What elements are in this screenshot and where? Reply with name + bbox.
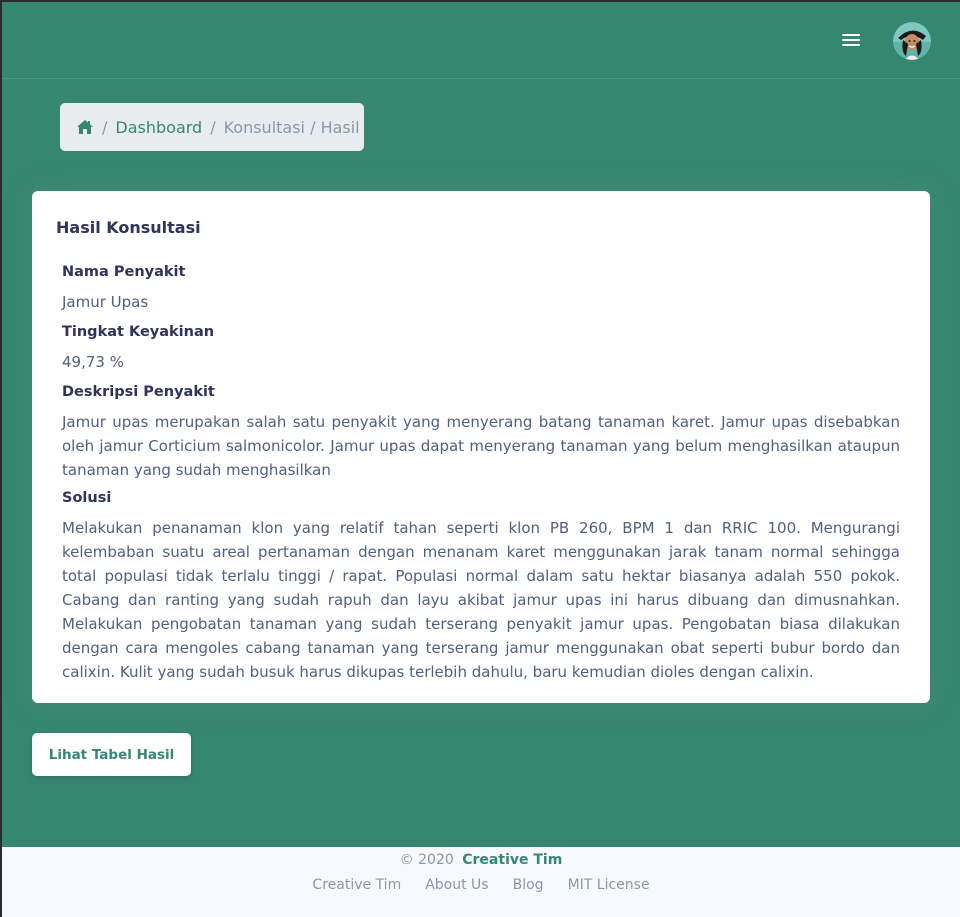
breadcrumb-separator: /: [102, 117, 108, 137]
footer-link-creative-tim[interactable]: Creative Tim: [312, 877, 401, 893]
solution-text: Melakukan penanaman klon yang relatif ta…: [62, 519, 900, 681]
breadcrumb-separator: /: [210, 117, 216, 137]
copyright-text: © 2020: [399, 852, 454, 868]
confidence-label: Tingkat Keyakinan: [62, 324, 215, 340]
breadcrumb-current: Konsultasi / Hasil: [223, 117, 360, 137]
view-results-table-button[interactable]: Lihat Tabel Hasil: [32, 733, 191, 776]
app-root: / Dashboard / Konsultasi / Hasil Hasil K…: [2, 2, 960, 917]
home-icon[interactable]: [76, 119, 94, 135]
footer-link-blog[interactable]: Blog: [513, 877, 544, 893]
footer-link-about-us[interactable]: About Us: [425, 877, 488, 893]
solution-label: Solusi: [62, 490, 112, 506]
user-avatar[interactable]: [893, 22, 931, 60]
footer-link-mit-license[interactable]: MIT License: [568, 877, 650, 893]
copyright: © 2020 Creative Tim: [2, 852, 960, 868]
description-label: Deskripsi Penyakit: [62, 384, 215, 400]
footer-brand-link[interactable]: Creative Tim: [462, 852, 562, 868]
disease-name-label: Nama Penyakit: [62, 264, 186, 280]
top-navbar: [2, 2, 960, 79]
footer: © 2020 Creative Tim Creative Tim About U…: [2, 847, 960, 917]
breadcrumb-dashboard-link[interactable]: Dashboard: [115, 118, 202, 137]
breadcrumb: / Dashboard / Konsultasi / Hasil: [60, 103, 364, 151]
confidence-value: 49,73 %: [62, 353, 124, 371]
hero-section: / Dashboard / Konsultasi / Hasil Hasil K…: [2, 2, 960, 847]
description-text: Jamur upas merupakan salah satu penyakit…: [62, 413, 900, 479]
card-title: Hasil Konsultasi: [56, 218, 201, 237]
result-card: Hasil Konsultasi Nama Penyakit Jamur Upa…: [32, 191, 930, 703]
result-content: Nama Penyakit Jamur Upas Tingkat Keyakin…: [62, 261, 900, 689]
footer-links: Creative Tim About Us Blog MIT License: [2, 877, 960, 893]
disease-name-value: Jamur Upas: [62, 293, 149, 311]
hamburger-menu-icon[interactable]: [842, 34, 862, 48]
